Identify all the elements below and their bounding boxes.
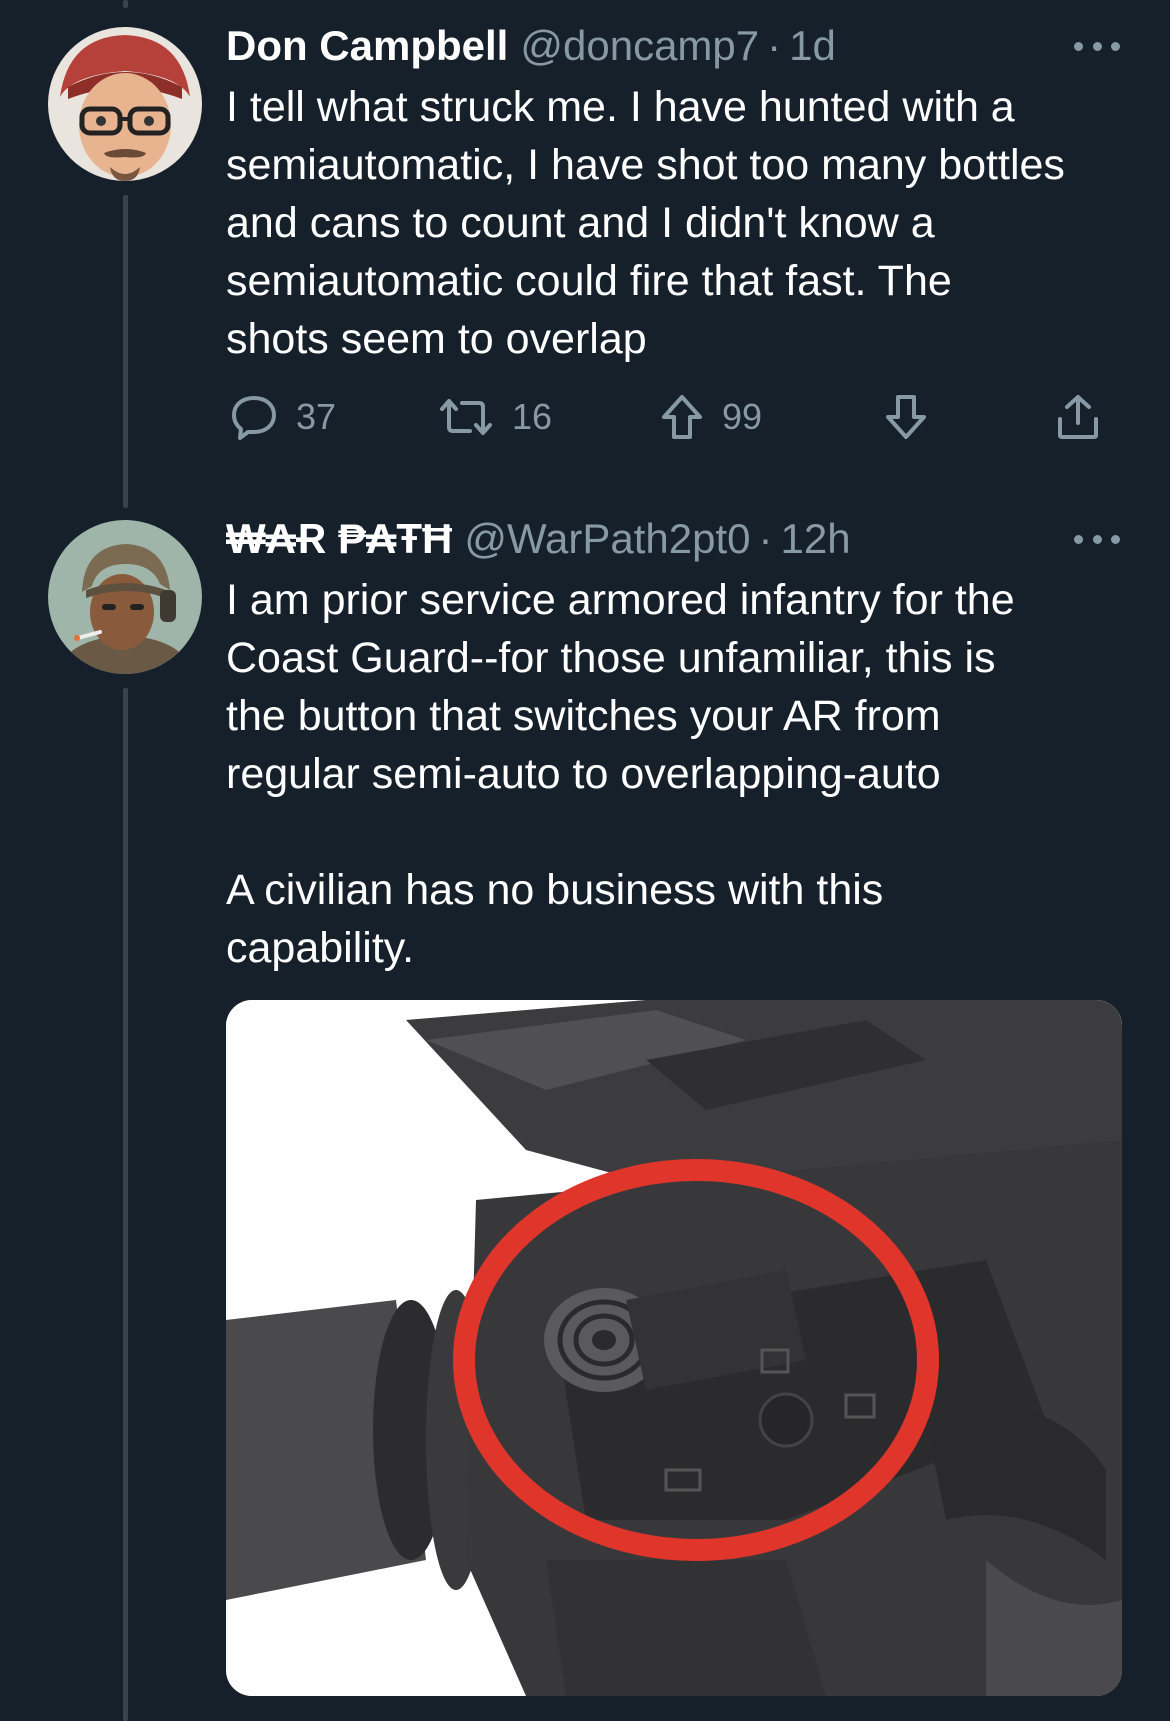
display-name[interactable]: Don Campbell (226, 22, 508, 70)
upvote-count: 99 (722, 396, 763, 437)
tweet-header: ₩₳Ɍ ₱₳ŦĦ @WarPath2pt0 · 12h (226, 511, 851, 567)
downvote-icon (886, 395, 926, 439)
reply-icon (232, 396, 276, 440)
retweet-button[interactable]: 16 (438, 392, 552, 442)
separator-dot: · (758, 515, 773, 562)
upvote-button[interactable]: 99 (660, 392, 762, 442)
avatar-image (48, 520, 202, 674)
display-name[interactable]: ₩₳Ɍ ₱₳ŦĦ (226, 515, 452, 563)
tweet-header: Don Campbell @doncamp7 · 1d (226, 18, 836, 74)
separator-dot: · (767, 22, 782, 69)
user-handle[interactable]: @WarPath2pt0 (464, 515, 750, 563)
upvote-icon (662, 395, 702, 439)
thread-line-middle (123, 195, 128, 508)
reply-button[interactable]: 37 (230, 392, 336, 442)
user-handle[interactable]: @doncamp7 (520, 22, 759, 70)
timestamp[interactable]: 12h (781, 515, 851, 563)
timestamp[interactable]: 1d (789, 22, 836, 70)
share-button[interactable] (1054, 392, 1102, 442)
retweet-count: 16 (512, 396, 553, 437)
more-icon[interactable] (1074, 529, 1120, 549)
tweet-text: I tell what struck me. I have hunted wit… (226, 83, 1065, 363)
share-icon (1058, 395, 1098, 439)
tweet-text: I am prior service armored infantry for … (226, 576, 1015, 972)
tweet-actions: 37 16 99 (226, 392, 1106, 442)
tweet-media-image[interactable] (226, 1000, 1122, 1696)
thread-line-top (123, 0, 128, 8)
avatar-warpath[interactable] (48, 520, 202, 674)
avatar-image (48, 27, 202, 181)
retweet-icon (440, 399, 492, 435)
downvote-button[interactable] (884, 392, 928, 442)
more-icon[interactable] (1074, 36, 1120, 56)
avatar-don-campbell[interactable] (48, 27, 202, 181)
thread-line-bottom (123, 688, 128, 1721)
reply-count: 37 (296, 396, 337, 437)
rifle-receiver-photo (226, 1000, 1122, 1696)
